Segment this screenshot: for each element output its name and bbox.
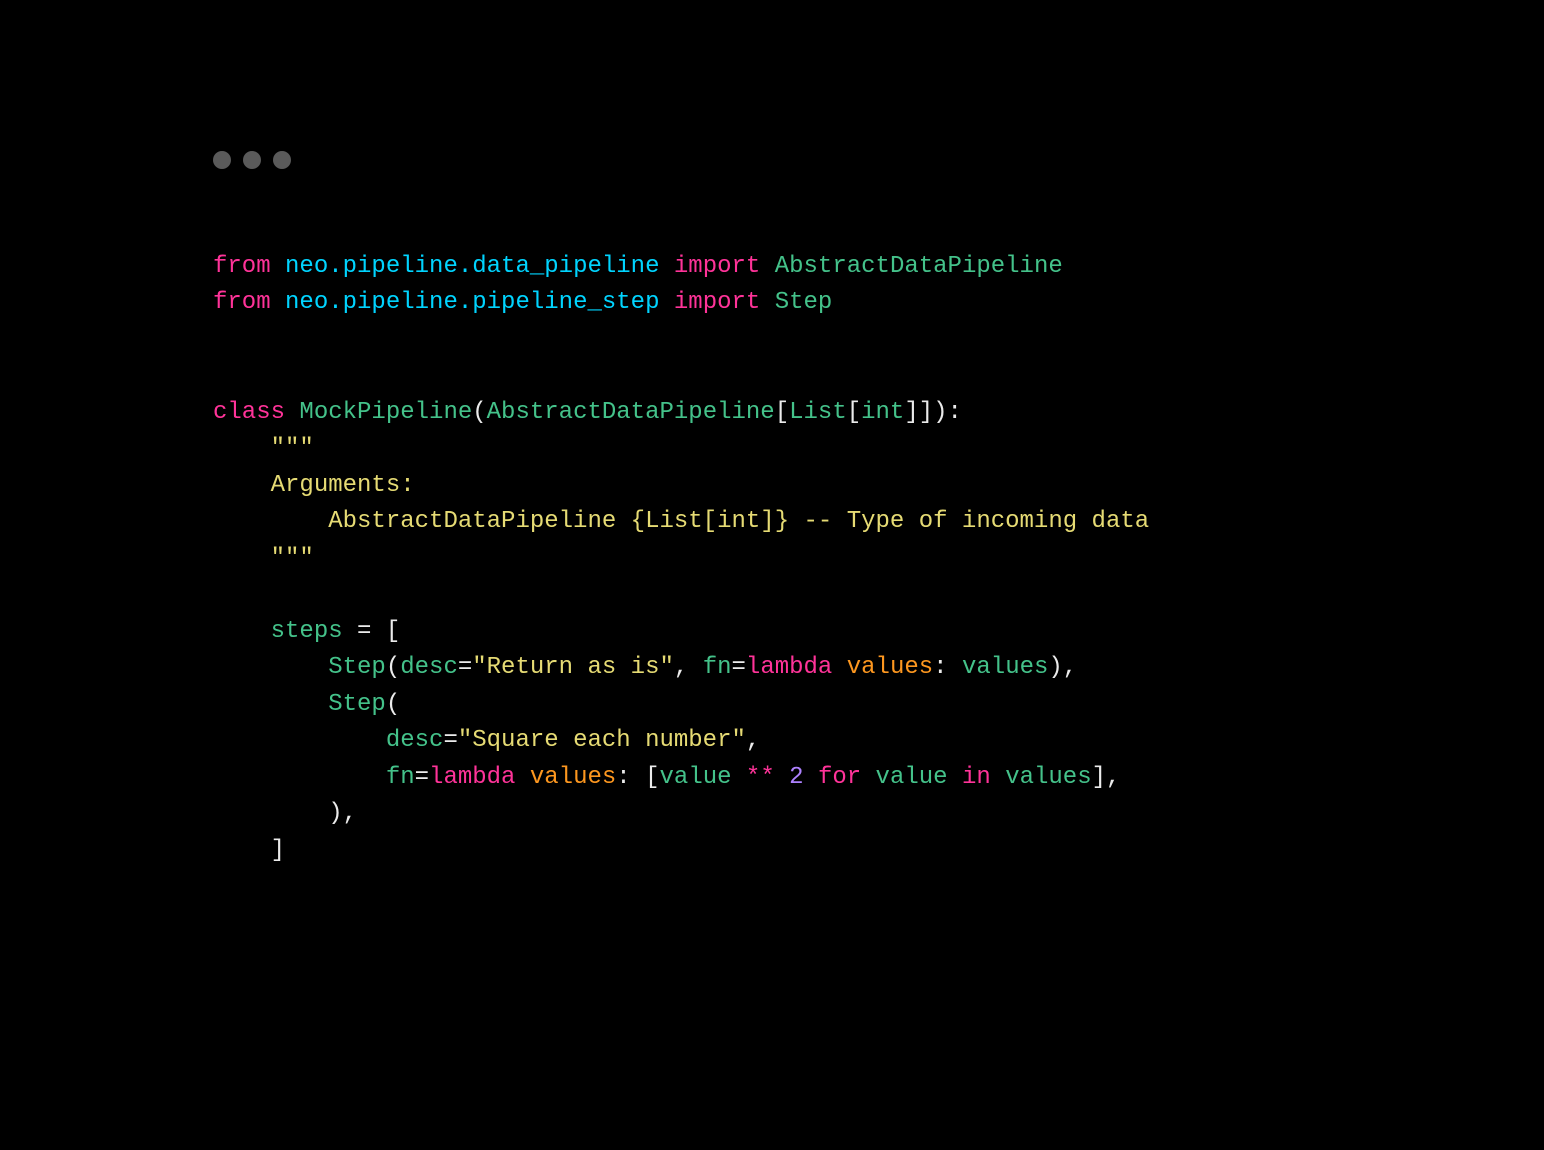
lambda-param: values <box>847 654 933 681</box>
keyword-from: from <box>213 289 271 316</box>
indent <box>213 800 328 827</box>
module-path: neo.pipeline.data_pipeline <box>285 253 659 280</box>
punct: [ <box>775 399 789 426</box>
var-ref: values <box>962 654 1048 681</box>
docstring: """ <box>213 545 314 572</box>
minimize-icon[interactable] <box>243 151 261 169</box>
number-literal: 2 <box>789 764 803 791</box>
import-name: AbstractDataPipeline <box>775 253 1063 280</box>
punct: , <box>746 727 760 754</box>
inner-type: int <box>861 399 904 426</box>
close-icon[interactable] <box>213 151 231 169</box>
punct: : [ <box>616 764 659 791</box>
punct: = <box>415 764 429 791</box>
punct: = <box>458 654 472 681</box>
docstring: Arguments: <box>213 472 415 499</box>
keyword-lambda: lambda <box>746 654 832 681</box>
punct: ), <box>1048 654 1077 681</box>
keyword-in: in <box>948 764 991 791</box>
var-ref: values <box>991 764 1092 791</box>
keyword-lambda: lambda <box>429 764 515 791</box>
punct: [ <box>847 399 861 426</box>
kwarg: fn <box>386 764 415 791</box>
docstring: AbstractDataPipeline {List[int]} -- Type… <box>213 508 1149 535</box>
indent <box>213 764 386 791</box>
keyword-import: import <box>674 253 760 280</box>
var-ref: value <box>660 764 732 791</box>
call-name: Step <box>328 691 386 718</box>
punct: ( <box>472 399 486 426</box>
keyword-for: for <box>804 764 862 791</box>
indent <box>213 727 386 754</box>
punct: ): <box>933 399 962 426</box>
punct: = <box>443 727 457 754</box>
operator: ** <box>732 764 790 791</box>
kwarg: desc <box>400 654 458 681</box>
iter-var: value <box>861 764 947 791</box>
class-name: MockPipeline <box>299 399 472 426</box>
punct: ( <box>386 654 400 681</box>
keyword-from: from <box>213 253 271 280</box>
docstring: """ <box>213 435 314 462</box>
punct: ] <box>271 837 285 864</box>
punct: = [ <box>343 618 401 645</box>
call-name: Step <box>328 654 386 681</box>
maximize-icon[interactable] <box>273 151 291 169</box>
string-literal: "Return as is" <box>472 654 674 681</box>
punct: : <box>933 654 962 681</box>
module-path: neo.pipeline.pipeline_step <box>285 289 659 316</box>
keyword-class: class <box>213 399 285 426</box>
window-traffic-lights <box>213 151 1361 169</box>
punct: , <box>674 654 703 681</box>
var-name: steps <box>271 618 343 645</box>
lambda-param: values <box>530 764 616 791</box>
punct: ], <box>1092 764 1121 791</box>
indent <box>213 654 328 681</box>
code-block: from neo.pipeline.data_pipeline import A… <box>213 249 1361 869</box>
generic-type: List <box>789 399 847 426</box>
punct: = <box>732 654 746 681</box>
punct: ), <box>328 800 357 827</box>
indent <box>213 691 328 718</box>
indent <box>213 837 271 864</box>
punct: ] <box>919 399 933 426</box>
import-name: Step <box>775 289 833 316</box>
punct: ] <box>904 399 918 426</box>
code-window: from neo.pipeline.data_pipeline import A… <box>133 101 1411 1049</box>
kwarg: desc <box>386 727 444 754</box>
punct: ( <box>386 691 400 718</box>
base-class: AbstractDataPipeline <box>487 399 775 426</box>
kwarg: fn <box>703 654 732 681</box>
keyword-import: import <box>674 289 760 316</box>
string-literal: "Square each number" <box>458 727 746 754</box>
indent <box>213 618 271 645</box>
